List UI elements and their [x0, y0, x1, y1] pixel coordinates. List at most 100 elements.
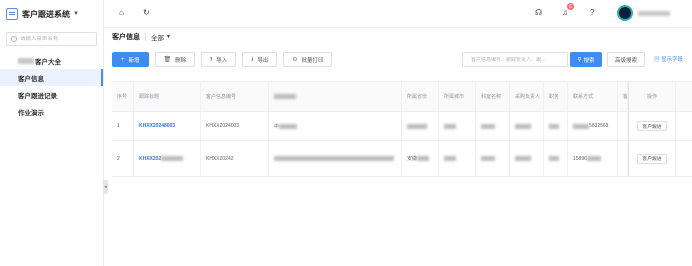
print-icon: ⊙	[292, 57, 298, 63]
download-icon: ⭳	[251, 56, 254, 63]
headset-icon[interactable]: ☊	[535, 8, 542, 17]
export-button-label: 导出	[257, 57, 269, 64]
page-title: 客户信息	[112, 34, 140, 41]
redacted-text	[549, 156, 559, 161]
redacted-text	[274, 94, 296, 99]
row-index: 1	[112, 112, 134, 140]
row-province	[402, 112, 439, 140]
row-province: 安徽	[402, 141, 439, 176]
search-icon: ⚲	[577, 56, 582, 63]
redacted-text	[274, 156, 394, 161]
row-phone: 5632563	[568, 112, 618, 140]
row-city	[439, 112, 476, 140]
batch-print-button-label: 批量打印	[301, 57, 324, 64]
column-header: 操作	[628, 82, 676, 111]
help-icon[interactable]: ?	[590, 8, 594, 17]
search-button[interactable]: ⚲ 搜索	[570, 52, 602, 67]
home-icon[interactable]: ⌂	[119, 8, 124, 17]
bell-icon[interactable]: ♫	[562, 8, 568, 17]
import-button[interactable]: ⭱ 导入	[201, 52, 237, 67]
redacted-text	[515, 156, 531, 161]
redacted-username[interactable]	[638, 11, 670, 16]
menu-search[interactable]	[6, 32, 97, 46]
row-purchaser	[510, 141, 544, 176]
batch-print-button[interactable]: ⊙ 批量打印	[283, 52, 333, 67]
main-content: 客户信息 全部 ▼ + 新增 🗑 删除 ⭱ 导入 ⭳ 导出 ⊙ 批量打印 客户信…	[104, 28, 692, 266]
column-header[interactable]: 跟踪标题	[134, 82, 201, 111]
column-header[interactable]: 采购负责人	[510, 82, 544, 111]
app-brand[interactable]: 客户跟进系统 ▼	[0, 0, 103, 28]
import-button-label: 导入	[216, 57, 228, 64]
follow-up-button[interactable]: 客户跟进	[637, 153, 667, 164]
row-position	[544, 112, 568, 140]
row-phone: 15896	[568, 141, 618, 176]
row-department	[476, 112, 510, 140]
table-header-row: 序号 跟踪标题 客户信息编号 所属省份 所属城市 科室名称 采购负责人 职务 联…	[112, 82, 692, 112]
search-field[interactable]	[462, 52, 568, 67]
row-extra	[618, 141, 628, 176]
redacted-text	[481, 123, 495, 129]
table-row[interactable]: 1 KHXX20248003 KHXX2024003 中 5632563 客户跟…	[112, 112, 692, 141]
avatar[interactable]	[617, 5, 633, 21]
row-position	[544, 141, 568, 176]
row-department	[476, 141, 510, 176]
page-header: 客户信息 全部 ▼	[112, 32, 171, 42]
column-header[interactable]: 科室名称	[476, 82, 510, 111]
sidebar-item-all-customers[interactable]: 客户大全	[0, 52, 103, 69]
caret-down-icon: ▼	[73, 11, 79, 17]
search-button-label: 搜索	[583, 57, 595, 64]
columns-icon: ▤	[654, 57, 662, 63]
show-fields-link[interactable]: ▤ 显示字段	[654, 55, 683, 63]
topbar: ⌂ ↻ ☊ ♫ 6 ?	[104, 0, 692, 28]
delete-button-label: 删除	[175, 57, 187, 64]
column-header[interactable]: 职务	[544, 82, 568, 111]
app-title: 客户跟进系统	[22, 9, 70, 19]
column-header[interactable]: 所属省份	[402, 82, 439, 111]
column-header[interactable]: 联系方式	[568, 82, 618, 111]
export-button[interactable]: ⭳ 导出	[242, 52, 278, 67]
scope-selector[interactable]: 全部	[151, 32, 164, 42]
row-city	[439, 141, 476, 176]
column-header[interactable]	[269, 82, 402, 111]
show-fields-label: 显示字段	[661, 57, 684, 63]
search-input[interactable]	[471, 56, 566, 63]
menu-search-input[interactable]	[19, 36, 96, 42]
redacted-text	[279, 123, 298, 129]
row-title-link[interactable]: KHXX202	[134, 141, 201, 176]
sidebar-item-follow-records[interactable]: 客户跟进记录	[0, 86, 103, 103]
app-logo-icon	[6, 8, 18, 20]
advanced-search-button[interactable]: 高级搜索	[607, 52, 645, 67]
add-button-label: 新增	[128, 57, 140, 64]
caret-down-icon[interactable]: ▼	[166, 34, 171, 40]
sidebar-item-customer-info[interactable]: 客户信息	[0, 69, 103, 86]
follow-up-button[interactable]: 客户跟进	[637, 121, 667, 131]
redacted-text	[549, 123, 559, 129]
redacted-text	[481, 156, 495, 161]
notification-badge: 6	[567, 3, 574, 10]
row-extra	[618, 112, 628, 140]
sidebar-item-label: 客户大全	[35, 58, 61, 66]
sidebar-item-label: 客户信息	[18, 75, 44, 83]
delete-button[interactable]: 🗑 删除	[154, 52, 196, 67]
app-root: 客户跟进系统 ▼ 客户大全 客户信息 客户跟进记录 作业演示 ◂ ⌂ ↻ ☊ ♫…	[0, 0, 692, 266]
column-header[interactable]: 所属城市	[439, 82, 476, 111]
row-name: 中	[269, 112, 402, 140]
row-code: KHXX20242	[201, 141, 269, 176]
redacted-text	[444, 123, 456, 129]
redacted-text	[573, 123, 589, 129]
upload-icon: ⭱	[210, 56, 213, 63]
sidebar-item-homework-demo[interactable]: 作业演示	[0, 103, 103, 120]
table-row[interactable]: 2 KHXX202 KHXX20242 安徽 15896 客户跟进	[112, 141, 692, 177]
redacted-text	[18, 57, 34, 64]
column-header[interactable]: 客户信息编号	[201, 82, 269, 111]
column-header[interactable]: 客	[618, 82, 628, 111]
row-title-link[interactable]: KHXX20248003	[134, 112, 201, 140]
column-header[interactable]: 序号	[112, 82, 134, 111]
add-button[interactable]: + 新增	[112, 52, 149, 67]
redacted-text	[515, 123, 531, 129]
redacted-text	[161, 156, 184, 161]
row-purchaser	[510, 112, 544, 140]
sidebar-item-label: 客户跟进记录	[18, 92, 57, 100]
refresh-icon[interactable]: ↻	[143, 8, 150, 17]
row-code: KHXX2024003	[201, 112, 269, 140]
